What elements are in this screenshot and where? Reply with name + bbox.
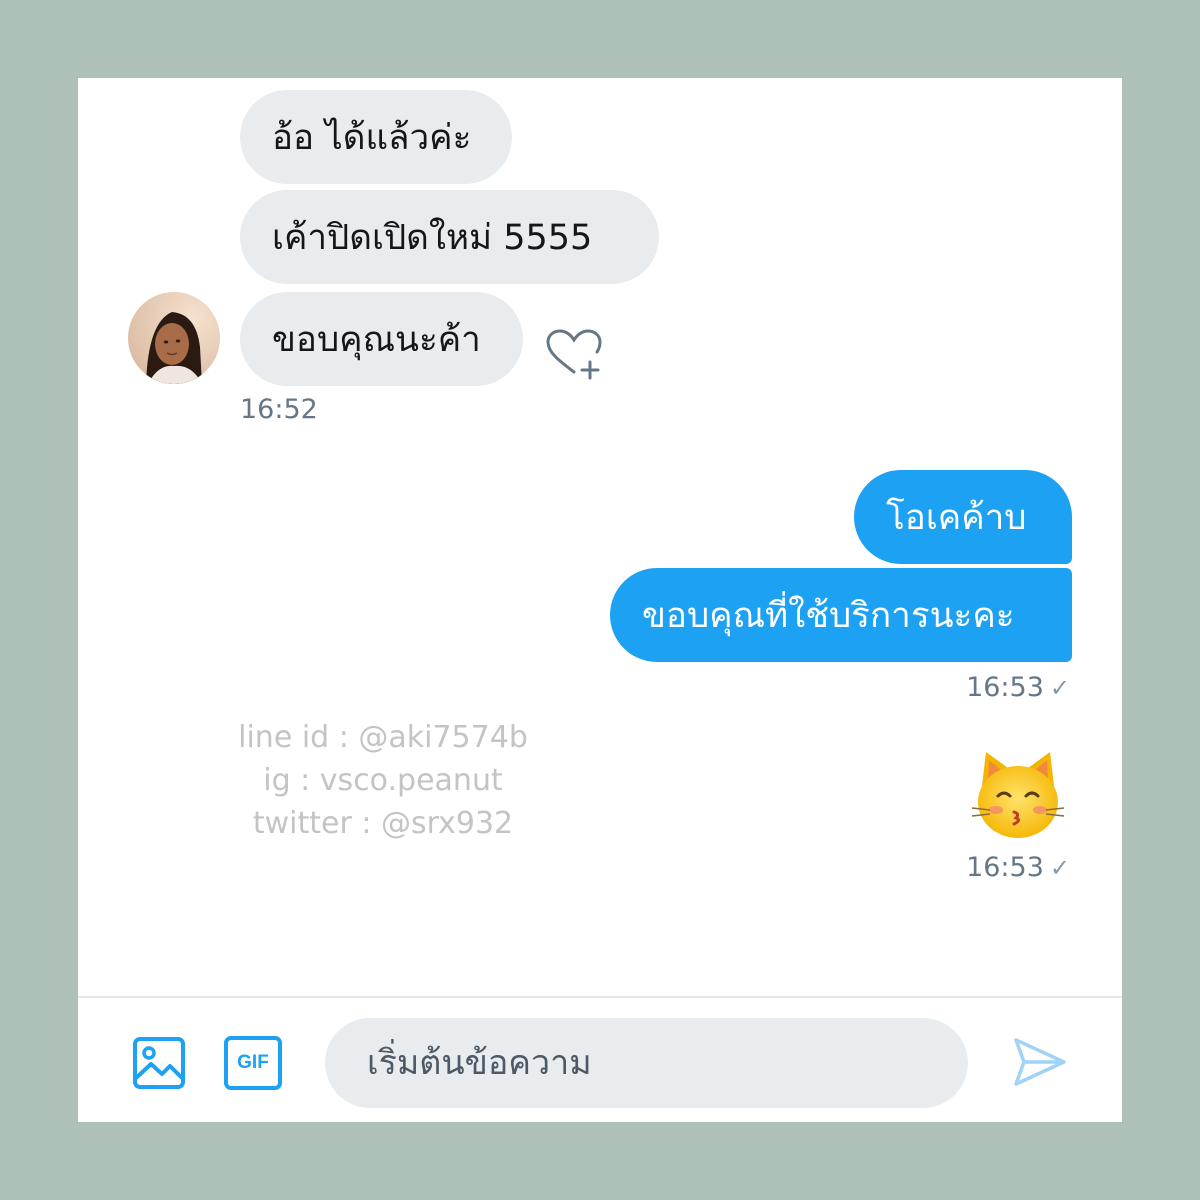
watermark: line id : @aki7574b ig : vsco.peanut twi… — [228, 716, 538, 845]
avatar-image — [128, 292, 220, 384]
outgoing-message[interactable]: โอเคค้าบ — [854, 470, 1072, 564]
gif-label: GIF — [237, 1052, 269, 1073]
incoming-message[interactable]: อ้อ ได้แล้วค่ะ — [240, 90, 512, 184]
outgoing-message[interactable]: ขอบคุณที่ใช้บริการนะคะ — [610, 568, 1072, 662]
send-icon[interactable] — [1012, 1036, 1068, 1088]
watermark-line: ig : vsco.peanut — [263, 763, 503, 798]
gif-icon[interactable]: GIF — [224, 1036, 282, 1090]
emoji-timestamp: 16:53 — [966, 852, 1044, 883]
sent-check-icon: ✓ — [1049, 674, 1070, 702]
outgoing-timestamp: 16:53 — [966, 672, 1044, 703]
incoming-timestamp: 16:52 — [240, 394, 318, 425]
emoji-timestamp-row: 16:53 ✓ — [966, 852, 1070, 883]
incoming-message[interactable]: เค้าปิดเปิดใหม่ 5555 — [240, 190, 659, 284]
emoji-message[interactable] — [968, 746, 1068, 846]
kissing-cat-icon — [971, 752, 1065, 838]
incoming-message[interactable]: ขอบคุณนะค้า — [240, 292, 523, 386]
message-composer: GIF — [78, 996, 1122, 1122]
image-icon[interactable] — [132, 1036, 186, 1090]
outgoing-timestamp-row: 16:53 ✓ — [966, 672, 1070, 703]
chat-window: อ้อ ได้แล้วค่ะ เค้าปิดเปิดใหม่ 5555 ขอบค… — [78, 78, 1122, 1122]
message-input[interactable] — [325, 1018, 968, 1108]
watermark-line: twitter : @srx932 — [252, 806, 514, 841]
watermark-line: line id : @aki7574b — [238, 720, 528, 755]
heart-plus-icon[interactable] — [544, 328, 604, 380]
avatar[interactable] — [128, 292, 220, 384]
sent-check-icon: ✓ — [1049, 854, 1070, 882]
